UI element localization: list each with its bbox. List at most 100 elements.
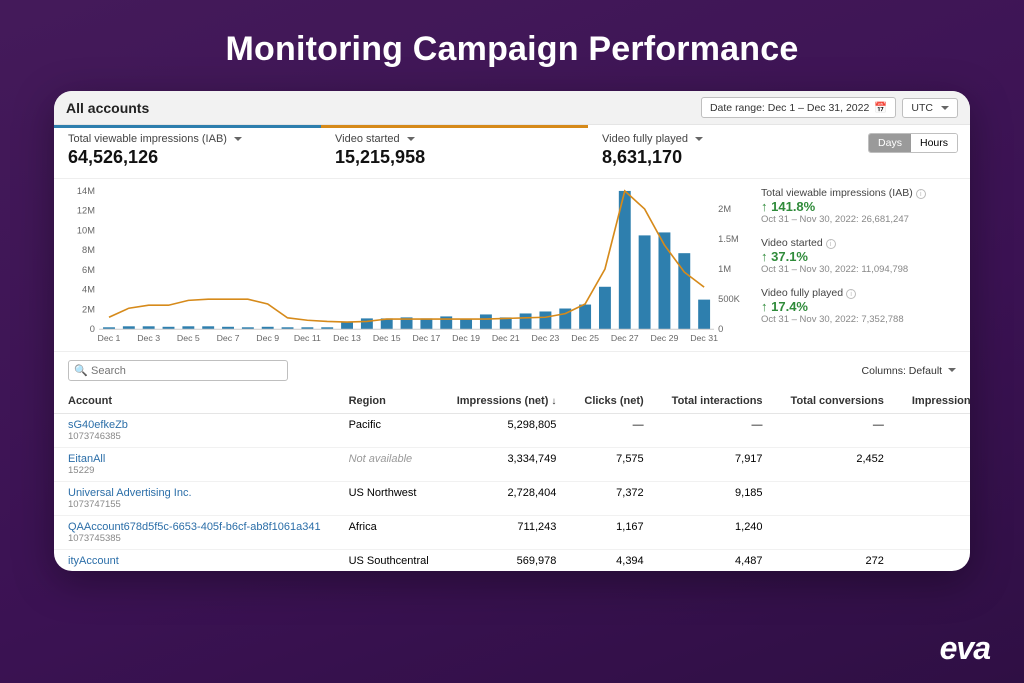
cell-conversions: —: [777, 414, 898, 448]
col-account[interactable]: Account: [54, 389, 335, 414]
svg-text:Dec 13: Dec 13: [333, 333, 361, 343]
chevron-down-icon: [407, 137, 415, 145]
sort-desc-icon: ↓: [551, 396, 556, 407]
columns-button[interactable]: Columns: Default: [862, 365, 956, 377]
cell-region: Pacific: [335, 414, 443, 448]
side-metric: Video startedi ↑ 37.1% Oct 31 – Nov 30, …: [761, 237, 956, 275]
kpi-value: 15,215,958: [335, 147, 574, 168]
svg-text:6M: 6M: [82, 265, 95, 275]
side-metric-pct: 37.1%: [771, 249, 808, 264]
search-input[interactable]: [68, 360, 288, 381]
cell-clicks: 1,167: [570, 516, 657, 550]
side-metric-prev: Oct 31 – Nov 30, 2022: 26,681,247: [761, 214, 956, 225]
svg-text:2M: 2M: [82, 305, 95, 315]
svg-text:2M: 2M: [718, 204, 731, 214]
cell-region: US Northwest: [335, 482, 443, 516]
account-link[interactable]: sG40efkeZb: [68, 419, 128, 431]
kpi-row: Total viewable impressions (IAB) 64,526,…: [54, 125, 970, 179]
svg-text:Dec 25: Dec 25: [571, 333, 599, 343]
svg-text:0: 0: [90, 324, 95, 334]
granularity-toggle-wrap: Days Hours: [855, 125, 970, 178]
svg-text:0: 0: [718, 324, 723, 334]
side-metric: Video fully playedi ↑ 17.4% Oct 31 – Nov…: [761, 287, 956, 325]
svg-text:Dec 23: Dec 23: [532, 333, 560, 343]
cell-clicks: 7,372: [570, 482, 657, 516]
cell-dwell: [898, 482, 970, 516]
date-range-button[interactable]: Date range: Dec 1 – Dec 31, 2022 📅: [701, 97, 896, 118]
cell-dwell: [898, 550, 970, 572]
side-metric: Total viewable impressions (IAB)i ↑ 141.…: [761, 187, 956, 225]
svg-text:Dec 29: Dec 29: [651, 333, 679, 343]
account-id: 1073745385: [68, 533, 321, 544]
granularity-toggle[interactable]: Days Hours: [868, 133, 958, 153]
accounts-table: Account Region Impressions (net)↓ Clicks…: [54, 389, 970, 571]
cell-interactions: 1,240: [658, 516, 777, 550]
account-link[interactable]: Universal Advertising Inc.: [68, 487, 192, 499]
cell-interactions: —: [658, 414, 777, 448]
chevron-down-icon: [941, 106, 949, 114]
search-wrap: 🔍: [68, 360, 288, 381]
chart-svg: 02M4M6M8M10M12M14M0500K1M1.5M2MDec 1Dec …: [64, 185, 745, 351]
calendar-icon: 📅: [874, 101, 887, 114]
cell-region: US Southcentral: [335, 550, 443, 572]
cell-dwell: [898, 448, 970, 482]
account-link[interactable]: QAAccount678d5f5c-6653-405f-b6cf-ab8f106…: [68, 521, 321, 533]
cell-conversions: 2,452: [777, 448, 898, 482]
chevron-down-icon: [948, 368, 956, 376]
info-icon[interactable]: i: [826, 239, 836, 249]
side-metric-pct: 141.8%: [771, 199, 815, 214]
cell-region: Not available: [335, 448, 443, 482]
svg-text:Dec 9: Dec 9: [256, 333, 279, 343]
table-row: ityAccountUS Southcentral569,9784,3944,4…: [54, 550, 970, 572]
cell-dwell: [898, 516, 970, 550]
kpi-label: Video fully played: [602, 133, 688, 145]
svg-text:Dec 3: Dec 3: [137, 333, 160, 343]
col-region[interactable]: Region: [335, 389, 443, 414]
toggle-days[interactable]: Days: [869, 134, 911, 152]
chart-row: 02M4M6M8M10M12M14M0500K1M1.5M2MDec 1Dec …: [54, 179, 970, 351]
table-header-row: Account Region Impressions (net)↓ Clicks…: [54, 389, 970, 414]
kpi-video-started[interactable]: Video started 15,215,958: [321, 125, 588, 178]
svg-text:1M: 1M: [718, 264, 731, 274]
kpi-impressions[interactable]: Total viewable impressions (IAB) 64,526,…: [54, 125, 321, 178]
account-link[interactable]: ityAccount: [68, 555, 119, 567]
info-icon[interactable]: i: [916, 189, 926, 199]
timezone-button[interactable]: UTC: [902, 98, 958, 118]
cell-impressions: 3,334,749: [443, 448, 571, 482]
svg-text:Dec 11: Dec 11: [294, 333, 321, 343]
account-id: 1073746385: [68, 431, 321, 442]
svg-text:Dec 1: Dec 1: [98, 333, 121, 343]
info-icon[interactable]: i: [846, 289, 856, 299]
cell-conversions: [777, 516, 898, 550]
svg-text:Dec 7: Dec 7: [217, 333, 240, 343]
toggle-hours[interactable]: Hours: [911, 134, 957, 152]
side-metric-prev: Oct 31 – Nov 30, 2022: 7,352,788: [761, 314, 956, 325]
kpi-video-played[interactable]: Video fully played 8,631,170: [588, 125, 855, 178]
arrow-up-icon: ↑: [761, 199, 771, 214]
col-impressions[interactable]: Impressions (net)↓: [443, 389, 571, 414]
col-dwell[interactable]: Impressions with dwell: [898, 389, 970, 414]
page-title: Monitoring Campaign Performance: [0, 0, 1024, 91]
table-row: EitanAll15229Not available3,334,7497,575…: [54, 448, 970, 482]
cell-impressions: 2,728,404: [443, 482, 571, 516]
dashboard-card: All accounts Date range: Dec 1 – Dec 31,…: [54, 91, 970, 571]
account-link[interactable]: EitanAll: [68, 453, 105, 465]
accounts-heading: All accounts: [66, 100, 701, 116]
cell-region: Africa: [335, 516, 443, 550]
col-interactions[interactable]: Total interactions: [658, 389, 777, 414]
cell-account: sG40efkeZb1073746385: [54, 414, 335, 448]
date-range-label: Date range: Dec 1 – Dec 31, 2022: [710, 102, 869, 114]
cell-interactions: 4,487: [658, 550, 777, 572]
svg-text:10M: 10M: [77, 226, 95, 236]
timezone-label: UTC: [911, 102, 933, 114]
table-row: sG40efkeZb1073746385Pacific5,298,805———: [54, 414, 970, 448]
col-conversions[interactable]: Total conversions: [777, 389, 898, 414]
svg-text:14M: 14M: [77, 186, 95, 196]
cell-account: ityAccount: [54, 550, 335, 572]
svg-text:Dec 5: Dec 5: [177, 333, 200, 343]
search-row: 🔍 Columns: Default: [54, 351, 970, 389]
col-clicks[interactable]: Clicks (net): [570, 389, 657, 414]
card-header: All accounts Date range: Dec 1 – Dec 31,…: [54, 91, 970, 125]
svg-text:Dec 27: Dec 27: [611, 333, 639, 343]
search-icon: 🔍: [74, 364, 88, 377]
